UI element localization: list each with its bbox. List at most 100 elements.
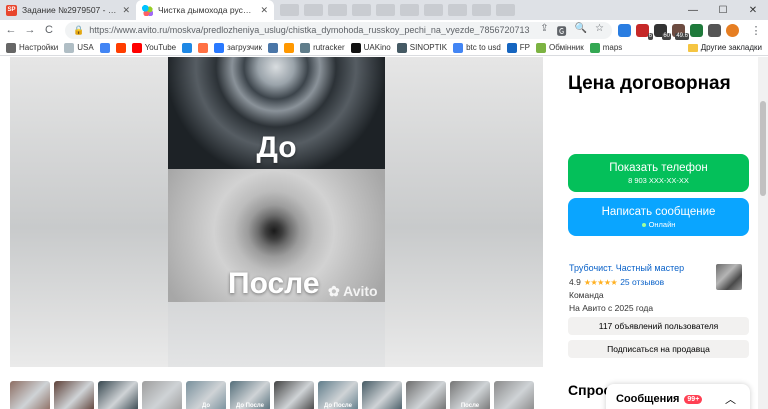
collapsed-tab[interactable]: [424, 4, 443, 16]
bookmark-item[interactable]: [198, 42, 209, 53]
page-scrollbar[interactable]: [758, 57, 768, 409]
bookmark-favicon-icon: [115, 42, 126, 53]
bookmark-item[interactable]: maps: [589, 42, 623, 53]
bookmark-item[interactable]: [268, 42, 279, 53]
extension-badge: 49.6: [675, 32, 689, 40]
chevron-up-icon[interactable]: ︿: [725, 391, 736, 407]
extension-icon[interactable]: 49.6: [672, 23, 689, 40]
main-photo[interactable]: До После ✿ Avito: [168, 57, 385, 302]
bookmark-item[interactable]: [99, 42, 110, 53]
tab-avito[interactable]: Чистка дымохода русской печи с ✕: [136, 0, 274, 20]
close-icon[interactable]: ✕: [738, 5, 768, 16]
bookmark-item[interactable]: загрузчик: [214, 42, 262, 53]
extension-icon[interactable]: [690, 23, 703, 37]
seller-avatar[interactable]: [716, 264, 742, 290]
subscribe-button[interactable]: Подписаться на продавца: [568, 340, 749, 358]
gallery-thumbnail[interactable]: [362, 381, 402, 409]
gallery-thumbnail[interactable]: [10, 381, 50, 409]
tab-close-icon[interactable]: ✕: [260, 5, 268, 16]
bookmark-item[interactable]: [115, 42, 126, 53]
back-arrow-icon[interactable]: ←: [3, 24, 19, 36]
watermark-text: Avito: [343, 283, 378, 299]
minimize-icon[interactable]: —: [678, 5, 708, 16]
bookmark-item[interactable]: YouTube: [131, 42, 176, 53]
tab-close-icon[interactable]: ✕: [122, 5, 130, 16]
stars-icon: ★★★★★: [583, 277, 618, 287]
bookmark-item[interactable]: [182, 42, 193, 53]
gallery-thumbnail[interactable]: [142, 381, 182, 409]
gallery-thumbnail[interactable]: До После: [318, 381, 358, 409]
bookmark-item[interactable]: btc to usd: [453, 42, 501, 53]
bookmark-favicon-icon: [300, 42, 311, 53]
gallery-thumbnail[interactable]: До: [186, 381, 226, 409]
collapsed-tab[interactable]: [496, 4, 515, 16]
collapsed-tab[interactable]: [280, 4, 299, 16]
bookmark-label: Настройки: [19, 43, 59, 52]
user-ads-button[interactable]: 117 объявлений пользователя: [568, 317, 749, 335]
bookmark-label: maps: [602, 43, 623, 52]
bookmark-item[interactable]: Обмінник: [536, 42, 584, 53]
extension-icon[interactable]: [708, 23, 721, 37]
gallery-thumbnail[interactable]: [494, 381, 534, 409]
collapsed-tab[interactable]: [328, 4, 347, 16]
share-icon[interactable]: ⇪: [540, 23, 548, 38]
show-phone-button[interactable]: Показать телефон 8 903 XXX-XX-XX: [568, 154, 749, 192]
url-text[interactable]: https://www.avito.ru/moskva/predlozheniy…: [89, 25, 535, 35]
sp-favicon-icon: SP: [6, 4, 17, 16]
gallery-thumbnail[interactable]: После: [450, 381, 490, 409]
bookmark-favicon-icon: [589, 42, 600, 53]
extension-icon[interactable]: 60: [654, 23, 671, 40]
bookmark-item[interactable]: UAKino: [350, 42, 391, 53]
thumbnail-label: После: [460, 403, 480, 409]
other-bookmarks[interactable]: Другие закладки: [687, 43, 762, 52]
menu-icon[interactable]: ⋮: [748, 24, 764, 37]
maximize-icon[interactable]: ☐: [708, 5, 738, 16]
bookmark-label: Обмінник: [549, 43, 584, 52]
collapsed-tab[interactable]: [352, 4, 371, 16]
translate-icon[interactable]: 🅶: [557, 23, 567, 38]
gallery-thumbnail[interactable]: [406, 381, 446, 409]
other-bookmarks-label: Другие закладки: [700, 43, 762, 52]
photo-gallery[interactable]: До После ✿ Avito: [10, 57, 543, 367]
messages-widget[interactable]: Сообщения 99+ ︿: [606, 384, 750, 409]
collapsed-tab[interactable]: [448, 4, 467, 16]
thumbnail-label: До После: [324, 403, 352, 409]
extension-icon[interactable]: [618, 23, 631, 37]
reviews-link[interactable]: 25 отзывов: [620, 277, 664, 287]
bookmark-item[interactable]: USA: [64, 42, 94, 53]
messages-count-badge: 99+: [684, 394, 703, 404]
collapsed-tab[interactable]: [304, 4, 323, 16]
scrollbar-thumb[interactable]: [760, 101, 766, 196]
gallery-thumbnail[interactable]: [98, 381, 138, 409]
bookmark-item[interactable]: [284, 42, 295, 53]
gallery-thumbnail[interactable]: До После: [230, 381, 270, 409]
omnibox[interactable]: 🔒 https://www.avito.ru/moskva/predlozhen…: [65, 21, 612, 39]
folder-icon: [687, 43, 698, 52]
write-message-button[interactable]: Написать сообщение Онлайн: [568, 198, 749, 236]
bookmark-item[interactable]: rutracker: [300, 42, 345, 53]
bookmark-favicon-icon: [131, 42, 142, 53]
extension-badge: 60: [662, 32, 671, 40]
bookmark-favicon-icon: [268, 42, 279, 53]
reload-icon[interactable]: C: [41, 24, 57, 36]
bookmark-item[interactable]: FP: [506, 42, 530, 53]
bookmark-label: USA: [77, 43, 94, 52]
zoom-icon[interactable]: 🔍: [575, 23, 587, 38]
collapsed-tab[interactable]: [400, 4, 419, 16]
collapsed-tab[interactable]: [472, 4, 491, 16]
tab-task[interactable]: SP Задание №2979507 - просмотр з ✕: [0, 0, 136, 20]
rating-value: 4.9: [569, 277, 581, 287]
extension-icon[interactable]: 6: [636, 23, 653, 40]
bookmark-item[interactable]: SINOPTIK: [396, 42, 448, 53]
lock-icon[interactable]: 🔒: [73, 25, 84, 36]
forward-arrow-icon[interactable]: →: [22, 24, 38, 36]
gallery-thumbnail[interactable]: [54, 381, 94, 409]
profile-avatar-icon[interactable]: [726, 23, 739, 37]
avito-watermark: ✿ Avito: [328, 283, 378, 299]
bookmark-star-icon[interactable]: ☆: [595, 23, 604, 38]
collapsed-tab[interactable]: [376, 4, 395, 16]
bookmark-label: SINOPTIK: [409, 43, 448, 52]
bookmark-item[interactable]: Настройки: [6, 42, 59, 53]
gallery-thumbnail[interactable]: [274, 381, 314, 409]
bookmark-favicon-icon: [396, 42, 407, 53]
